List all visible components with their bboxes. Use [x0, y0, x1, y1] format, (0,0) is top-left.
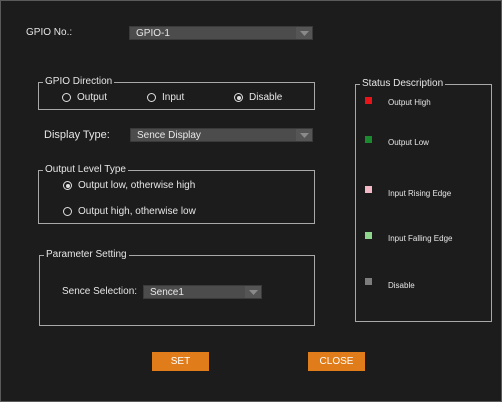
display-type-select[interactable]: Sence Display [130, 128, 313, 142]
output-low-swatch [365, 136, 372, 143]
close-button[interactable]: CLOSE [308, 352, 365, 371]
chevron-down-icon[interactable] [296, 27, 312, 39]
radio-selected-icon [234, 93, 243, 102]
direction-input-radio[interactable]: Input [147, 92, 184, 103]
display-type-label: Display Type: [44, 129, 110, 141]
chevron-down-icon[interactable] [296, 129, 312, 141]
input-rising-edge-status-label: Input Rising Edge [388, 189, 452, 198]
direction-input-label: Input [162, 92, 185, 103]
output-low-otherwise-high-radio[interactable]: Output low, otherwise high [63, 180, 195, 191]
gpio-config-dialog: GPIO No.: GPIO-1 GPIO Direction Output I… [0, 0, 502, 402]
radio-selected-icon [63, 181, 72, 190]
status-description-legend: Status Description [362, 78, 444, 89]
radio-icon [62, 93, 71, 102]
gpio-no-value: GPIO-1 [136, 28, 170, 39]
gpio-no-label: GPIO No.: [26, 27, 73, 38]
output-high-status-label: Output High [388, 98, 431, 107]
input-rising-edge-swatch [365, 186, 372, 193]
direction-output-label: Output [77, 92, 108, 103]
sence-selection-select[interactable]: Sence1 [143, 285, 262, 299]
output-low-status-label: Output Low [388, 138, 429, 147]
direction-disable-radio[interactable]: Disable [234, 92, 282, 103]
sence-selection-value: Sence1 [150, 287, 184, 298]
gpio-no-select[interactable]: GPIO-1 [129, 26, 313, 40]
output-level-type-legend: Output Level Type [45, 164, 126, 175]
parameter-setting-legend: Parameter Setting [46, 249, 127, 260]
input-falling-edge-swatch [365, 232, 372, 239]
set-button[interactable]: SET [152, 352, 209, 371]
display-type-value: Sence Display [137, 130, 201, 141]
output-high-otherwise-low-radio[interactable]: Output high, otherwise low [63, 206, 196, 217]
direction-disable-label: Disable [249, 92, 283, 103]
direction-output-radio[interactable]: Output [62, 92, 107, 103]
radio-icon [63, 207, 72, 216]
output-high-label: Output high, otherwise low [78, 206, 196, 217]
sence-selection-label: Sence Selection: [62, 286, 138, 297]
radio-icon [147, 93, 156, 102]
disable-swatch [365, 278, 372, 285]
output-low-label: Output low, otherwise high [78, 180, 196, 191]
output-high-swatch [365, 97, 372, 104]
disable-status-label: Disable [388, 281, 415, 290]
chevron-down-icon[interactable] [245, 286, 261, 298]
gpio-direction-legend: GPIO Direction [45, 76, 113, 87]
status-description-group: Status Description [355, 79, 492, 322]
input-falling-edge-status-label: Input Falling Edge [388, 234, 453, 243]
